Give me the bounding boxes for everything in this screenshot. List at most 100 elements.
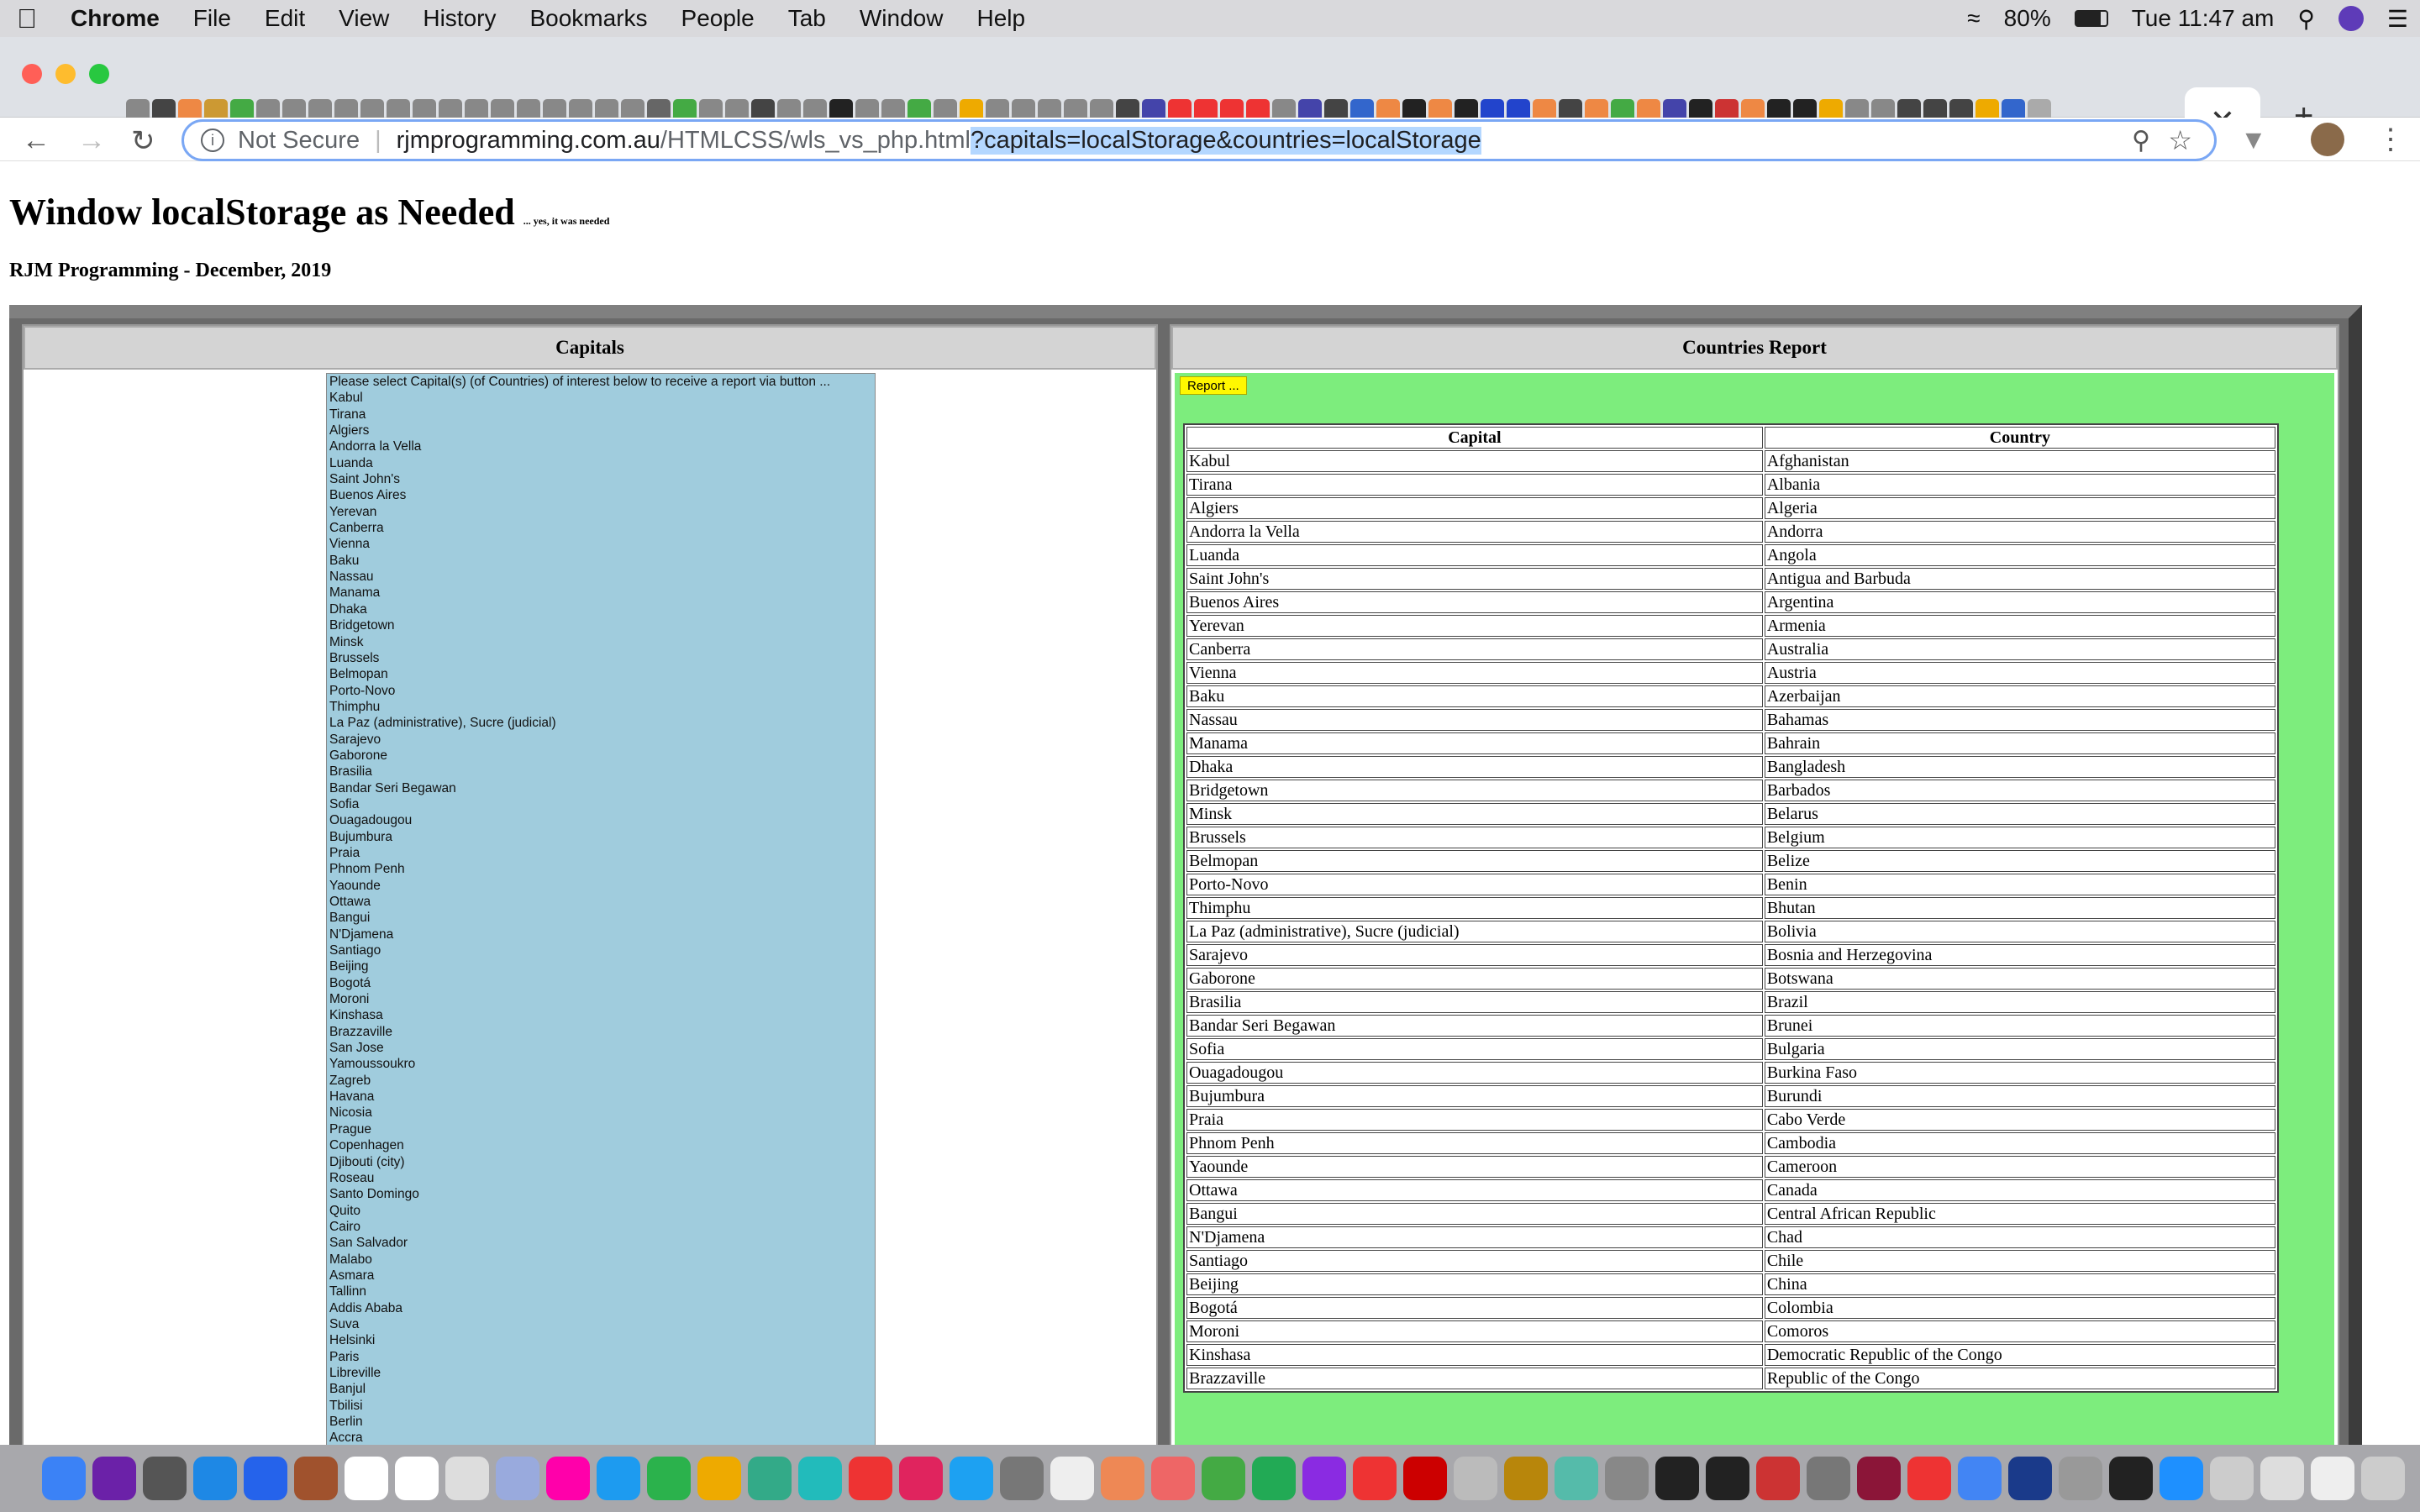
capital-option[interactable]: Quito <box>327 1203 875 1219</box>
dock-app-icon[interactable] <box>1655 1457 1699 1500</box>
dock-app-icon[interactable] <box>193 1457 237 1500</box>
dock-app-icon[interactable] <box>1504 1457 1548 1500</box>
capital-option[interactable]: Suva <box>327 1316 875 1332</box>
not-secure-label[interactable]: Not Secure <box>238 127 360 155</box>
menu-tab[interactable]: Tab <box>788 5 826 32</box>
capitals-multiselect[interactable]: Please select Capital(s) (of Countries) … <box>326 373 876 1445</box>
capital-option[interactable]: Brasilia <box>327 764 875 780</box>
capital-option[interactable]: Thimphu <box>327 699 875 715</box>
capital-option[interactable]: Sarajevo <box>327 732 875 748</box>
capital-option[interactable]: Yaounde <box>327 878 875 894</box>
dock-app-icon[interactable] <box>496 1457 539 1500</box>
dock-app-icon[interactable] <box>2059 1457 2102 1500</box>
capital-option[interactable]: Gaborone <box>327 748 875 764</box>
capital-option[interactable]: Ouagadougou <box>327 812 875 828</box>
capital-option[interactable]: Porto-Novo <box>327 683 875 699</box>
capital-option[interactable]: Malabo <box>327 1252 875 1268</box>
capital-option[interactable]: Helsinki <box>327 1332 875 1348</box>
capital-option[interactable]: Zagreb <box>327 1073 875 1089</box>
dock-app-icon[interactable] <box>1907 1457 1951 1500</box>
capital-option[interactable]: Luanda <box>327 455 875 471</box>
capital-option[interactable]: Tallinn <box>327 1284 875 1299</box>
dock-app-icon[interactable] <box>1101 1457 1144 1500</box>
capital-option[interactable]: Havana <box>327 1089 875 1105</box>
select-prompt-option[interactable]: Please select Capital(s) (of Countries) … <box>327 374 875 390</box>
dock-app-icon[interactable] <box>92 1457 136 1500</box>
capital-option[interactable]: Santo Domingo <box>327 1186 875 1202</box>
capital-option[interactable]: La Paz (administrative), Sucre (judicial… <box>327 715 875 731</box>
dock-app-icon[interactable] <box>1302 1457 1346 1500</box>
dock-app-icon[interactable] <box>748 1457 792 1500</box>
capital-option[interactable]: Belmopan <box>327 666 875 682</box>
capital-option[interactable]: Baku <box>327 553 875 569</box>
capital-option[interactable]: Berlin <box>327 1414 875 1430</box>
capital-option[interactable]: Andorra la Vella <box>327 438 875 454</box>
dock-app-icon[interactable] <box>345 1457 388 1500</box>
capital-option[interactable]: Saint John's <box>327 471 875 487</box>
menu-edit[interactable]: Edit <box>265 5 305 32</box>
capital-option[interactable]: Copenhagen <box>327 1137 875 1153</box>
capital-option[interactable]: Addis Ababa <box>327 1300 875 1316</box>
capital-option[interactable]: Nassau <box>327 569 875 585</box>
dock-app-icon[interactable] <box>1050 1457 1094 1500</box>
site-info-icon[interactable]: i <box>201 129 224 152</box>
capital-option[interactable]: Phnom Penh <box>327 861 875 877</box>
capital-option[interactable]: Bogotá <box>327 975 875 991</box>
app-menu-chrome[interactable]: Chrome <box>71 5 160 32</box>
capital-option[interactable]: Bujumbura <box>327 829 875 845</box>
menu-file[interactable]: File <box>193 5 231 32</box>
siri-icon[interactable] <box>2338 6 2364 31</box>
capital-option[interactable]: Santiago <box>327 942 875 958</box>
wifi-icon[interactable]: ≈ <box>1967 5 1980 32</box>
dock-app-icon[interactable] <box>143 1457 187 1500</box>
dock-app-icon[interactable] <box>2160 1457 2203 1500</box>
dock-app-icon[interactable] <box>1706 1457 1749 1500</box>
dock-app-icon[interactable] <box>2210 1457 2254 1500</box>
capital-option[interactable]: Ottawa <box>327 894 875 910</box>
capital-option[interactable]: Kinshasa <box>327 1007 875 1023</box>
menu-view[interactable]: View <box>339 5 389 32</box>
dock-app-icon[interactable] <box>1857 1457 1901 1500</box>
menu-bookmarks[interactable]: Bookmarks <box>529 5 647 32</box>
capital-option[interactable]: Beijing <box>327 958 875 974</box>
extension-icon[interactable]: ▼ <box>2240 124 2267 155</box>
capital-option[interactable]: Vienna <box>327 536 875 552</box>
capital-option[interactable]: Paris <box>327 1349 875 1365</box>
capital-option[interactable]: Manama <box>327 585 875 601</box>
dock-app-icon[interactable] <box>950 1457 993 1500</box>
capital-option[interactable]: Algiers <box>327 423 875 438</box>
dock-app-icon[interactable] <box>1202 1457 1245 1500</box>
capital-option[interactable]: Cairo <box>327 1219 875 1235</box>
dock-app-icon[interactable] <box>2109 1457 2153 1500</box>
forward-arrow-icon[interactable]: → <box>77 124 106 157</box>
capital-option[interactable]: N'Djamena <box>327 927 875 942</box>
dock-app-icon[interactable] <box>445 1457 489 1500</box>
dock-app-icon[interactable] <box>294 1457 338 1500</box>
capital-option[interactable]: Yerevan <box>327 504 875 520</box>
back-arrow-icon[interactable]: ← <box>22 124 50 157</box>
dock-app-icon[interactable] <box>1454 1457 1497 1500</box>
zoom-window-button[interactable] <box>89 64 109 84</box>
dock-app-icon[interactable] <box>2008 1457 2052 1500</box>
minimize-window-button[interactable] <box>55 64 76 84</box>
dock-app-icon[interactable] <box>1403 1457 1447 1500</box>
capital-option[interactable]: Asmara <box>327 1268 875 1284</box>
dock-app-icon[interactable] <box>2260 1457 2304 1500</box>
capital-option[interactable]: Canberra <box>327 520 875 536</box>
menu-help[interactable]: Help <box>976 5 1025 32</box>
bookmark-star-icon[interactable]: ☆ <box>2168 124 2192 156</box>
dock-app-icon[interactable] <box>1958 1457 2002 1500</box>
dock-app-icon[interactable] <box>597 1457 640 1500</box>
dock-app-icon[interactable] <box>1807 1457 1850 1500</box>
dock-app-icon[interactable] <box>1756 1457 1800 1500</box>
dock-app-icon[interactable] <box>1151 1457 1195 1500</box>
capital-option[interactable]: Praia <box>327 845 875 861</box>
dock-app-icon[interactable] <box>647 1457 691 1500</box>
capital-option[interactable]: Dhaka <box>327 601 875 617</box>
menu-window[interactable]: Window <box>860 5 944 32</box>
capital-option[interactable]: Kabul <box>327 390 875 406</box>
capital-option[interactable]: Buenos Aires <box>327 487 875 503</box>
capital-option[interactable]: Bandar Seri Begawan <box>327 780 875 796</box>
capital-option[interactable]: Accra <box>327 1430 875 1445</box>
capital-option[interactable]: Bangui <box>327 910 875 926</box>
